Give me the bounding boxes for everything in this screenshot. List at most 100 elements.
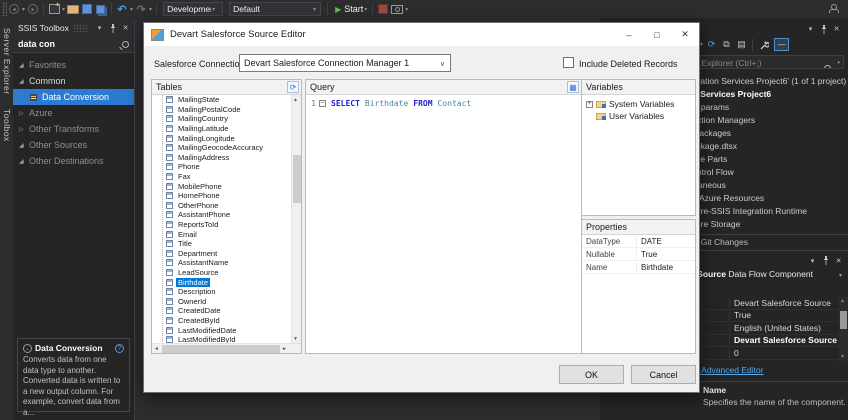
solution-configuration-dropdown[interactable]: Development▾ [163,2,224,16]
pin-icon[interactable] [818,24,829,35]
expander-icon[interactable] [19,126,29,133]
close-icon[interactable]: ✕ [831,24,842,35]
window-menu-icon[interactable]: ▾ [805,24,816,35]
column-item[interactable]: OwnerId [152,296,301,306]
undo-dropdown-icon[interactable]: ▾ [130,6,133,13]
refresh-icon[interactable]: ⟳ [705,38,718,52]
dialog-titlebar[interactable]: Devart Salesforce Source Editor – □ ✕ [144,23,699,46]
expander-icon[interactable] [19,78,29,85]
redo-dropdown-icon[interactable]: ▾ [149,6,152,13]
expander-icon[interactable] [19,142,29,149]
connection-dropdown[interactable]: Devart Salesforce Connection Manager 1 ∨ [239,54,451,72]
column-item[interactable]: Department [152,249,301,259]
column-item[interactable]: MailingCountry [152,114,301,124]
column-item[interactable]: MobilePhone [152,181,301,191]
close-button[interactable]: ✕ [671,24,699,45]
side-rail-tab[interactable]: Toolbox [2,109,12,142]
column-item[interactable]: MailingState [152,95,301,105]
ok-button[interactable]: OK [559,365,624,384]
column-item[interactable]: MailingAddress [152,153,301,163]
new-project-dropdown-icon[interactable]: ▾ [62,6,65,13]
minimize-button[interactable]: – [615,24,643,45]
column-item[interactable]: AssistantPhone [152,210,301,220]
scroll-left-icon[interactable]: ◄ [154,346,159,352]
column-item[interactable]: MailingLongitude [152,133,301,143]
toolbox-tree-item[interactable]: Other Destinations [13,153,134,169]
save-button[interactable] [81,2,93,16]
wrench-icon[interactable] [757,38,770,52]
column-item[interactable]: Title [152,239,301,249]
column-item[interactable]: MailingLatitude [152,124,301,134]
close-icon[interactable]: ✕ [120,23,131,34]
open-folder-button[interactable] [67,2,80,16]
column-item[interactable]: Email [152,229,301,239]
collapse-all-icon[interactable]: — [774,38,790,51]
pin-icon[interactable] [820,255,831,266]
dock-tab[interactable]: Git Changes [693,235,756,248]
preview-selected-items-icon[interactable]: ▤ [735,38,748,52]
toolbar-overflow-icon[interactable]: ▾ [405,6,408,13]
feedback-icon[interactable] [829,4,839,13]
toolbox-tree-item[interactable]: Common [13,73,134,89]
expander-icon[interactable] [586,100,593,108]
window-menu-icon[interactable]: ▾ [94,23,105,34]
forward-button[interactable]: ▸ [27,2,39,16]
variables-tree-item[interactable]: System Variables [582,98,695,110]
column-item[interactable]: LeadSource [152,268,301,278]
column-item[interactable]: Birthdate [152,277,301,287]
scroll-thumb[interactable] [293,155,301,203]
column-item[interactable]: OtherPhone [152,201,301,211]
query-editor[interactable]: 1 − SELECT Birthdate FROM Contact [306,95,581,353]
column-item[interactable]: LastModifiedDate [152,325,301,335]
redo-button[interactable]: ↷ [135,2,147,16]
expander-icon[interactable] [19,62,29,69]
start-button[interactable]: ▶ Start ▾ [335,2,368,16]
back-button[interactable]: ◂ [8,2,20,16]
column-item[interactable]: Phone [152,162,301,172]
code-fold-icon[interactable]: − [319,99,326,107]
column-item[interactable]: Description [152,287,301,297]
scroll-thumb[interactable] [162,345,280,353]
undo-button[interactable]: ↶ [116,2,128,16]
column-item[interactable]: ReportsToId [152,220,301,230]
column-item[interactable]: MailingGeocodeAccuracy [152,143,301,153]
toolbox-tree-item[interactable]: Other Sources [13,137,134,153]
search-options-dropdown-icon[interactable]: ▾ [837,60,840,66]
cancel-button[interactable]: Cancel [631,365,696,384]
chevron-down-icon[interactable]: ⌄ [23,343,32,353]
expander-icon[interactable] [19,158,29,165]
refresh-icon[interactable]: ⟳ [287,81,299,93]
scrollbar[interactable]: ▲ ▼ [839,297,848,361]
scroll-down-icon[interactable]: ▼ [840,354,845,360]
save-all-button[interactable] [95,2,107,16]
scroll-up-icon[interactable]: ▲ [293,97,298,103]
back-dropdown-icon[interactable]: ▾ [22,6,25,13]
toolbar-grip[interactable] [2,2,7,16]
column-item[interactable]: CreatedById [152,316,301,326]
properties-icon[interactable]: ⧉ [720,38,733,52]
scroll-thumb[interactable] [840,311,847,329]
side-rail-tab[interactable]: Server Explorer [2,28,12,95]
solution-platform-dropdown[interactable]: Default ▾ [229,2,322,16]
variables-tree-item[interactable]: User Variables [582,110,695,122]
toolbox-tree-item[interactable]: Azure [13,105,134,121]
window-menu-icon[interactable]: ▾ [807,255,818,266]
package-execution-button[interactable] [377,2,389,16]
column-item[interactable]: Fax [152,172,301,182]
vertical-scrollbar[interactable]: ▲ ▼ [291,95,301,344]
screenshot-button[interactable] [391,2,404,16]
scroll-down-icon[interactable]: ▼ [293,336,298,342]
horizontal-scrollbar[interactable]: ◄ ► [152,343,301,353]
column-item[interactable]: MailingPostalCode [152,105,301,115]
column-item[interactable]: AssistantName [152,258,301,268]
close-icon[interactable]: ✕ [833,255,844,266]
scroll-up-icon[interactable]: ▲ [840,298,845,304]
column-item[interactable]: CreatedDate [152,306,301,316]
help-icon[interactable]: ? [115,343,124,353]
toolbox-tree-item[interactable]: Favorites [13,57,134,73]
maximize-button[interactable]: □ [643,24,671,45]
new-project-button[interactable] [48,1,61,16]
toolbox-tree-item[interactable]: Data Conversion [13,89,134,105]
query-builder-icon[interactable]: ▦ [567,81,579,93]
include-deleted-checkbox[interactable] [563,57,574,68]
